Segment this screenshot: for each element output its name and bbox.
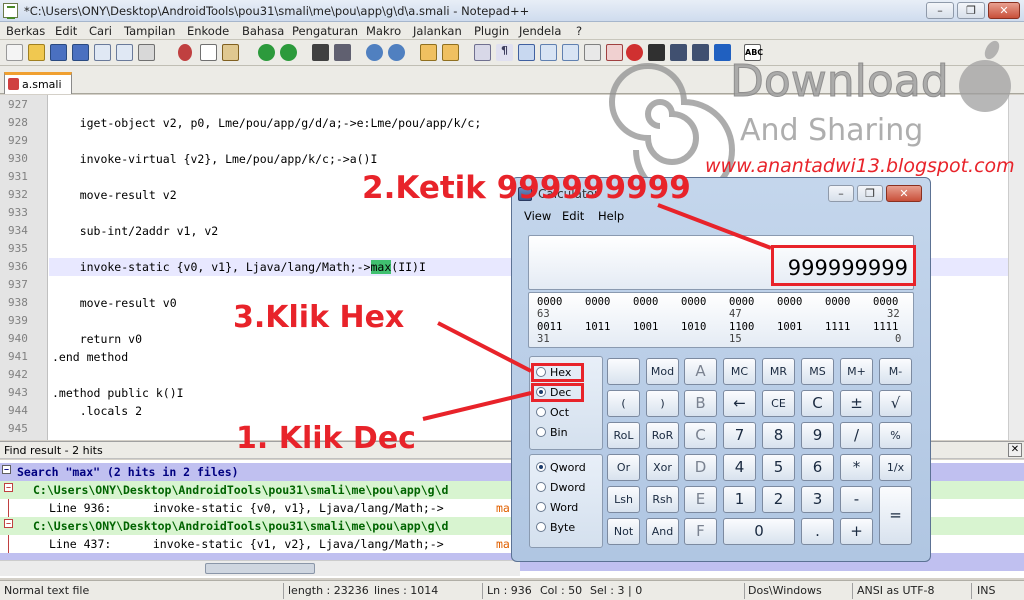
- annotation-step-3: 3.Klik Hex: [233, 300, 405, 335]
- annotation-step-2: 2.Ketik 999999999: [362, 170, 691, 206]
- annotation-step-1: 1. Klik Dec: [236, 421, 416, 456]
- arrow-to-dec: [422, 391, 532, 421]
- arrow-to-hex: [437, 321, 532, 373]
- annotation-arrows: [422, 203, 772, 421]
- arrow-to-display: [657, 203, 772, 250]
